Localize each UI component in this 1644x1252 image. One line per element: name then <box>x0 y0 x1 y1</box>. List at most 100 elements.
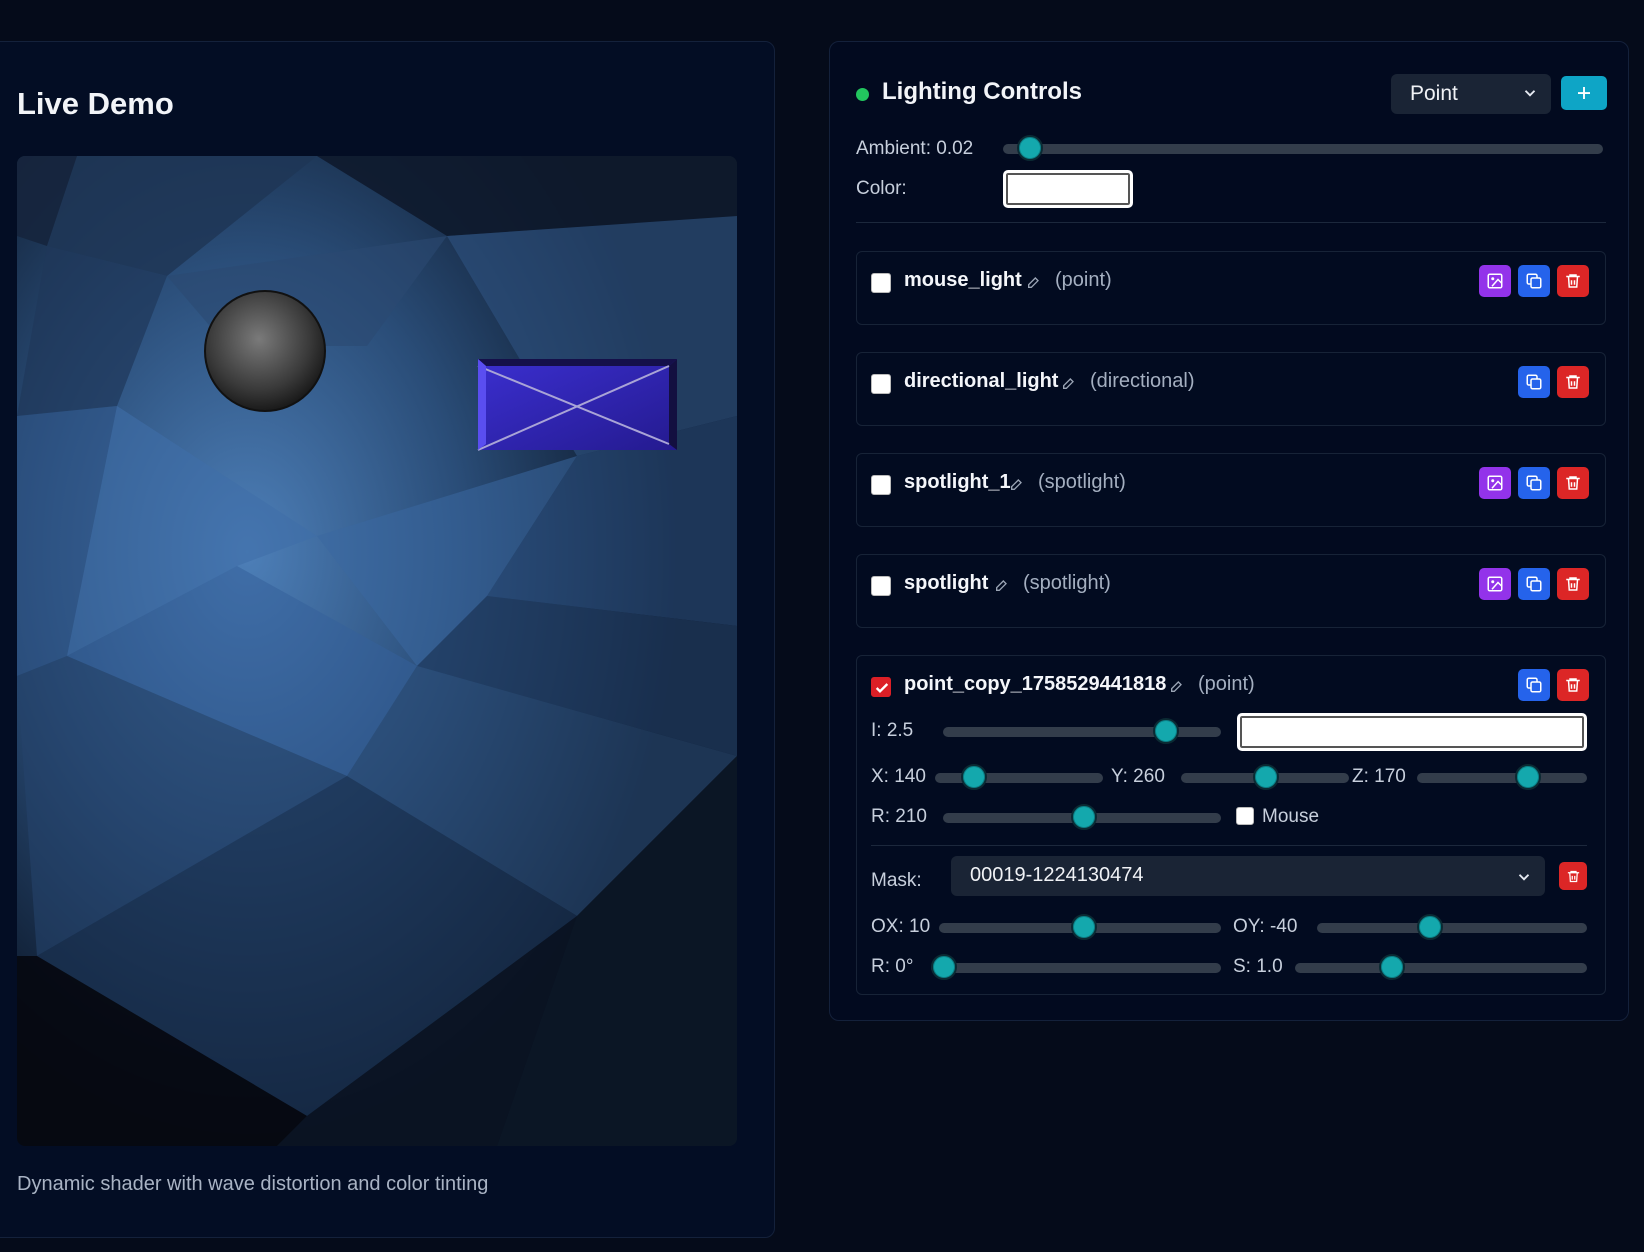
light-type: (spotlight) <box>1023 572 1111 594</box>
duplicate-button[interactable] <box>1518 366 1550 398</box>
z-slider[interactable] <box>1417 764 1587 790</box>
light-type: (directional) <box>1090 370 1195 392</box>
light-card-directional-light: directional_light (directional) <box>856 352 1606 426</box>
y-slider-thumb[interactable] <box>1253 764 1279 790</box>
mask-select[interactable]: 00019-1224130474 <box>951 856 1545 896</box>
mask-label: Mask: <box>871 870 922 891</box>
controls-header: Lighting Controls Point <box>856 74 1607 114</box>
light-enable-checkbox[interactable] <box>871 576 891 596</box>
x-slider-thumb[interactable] <box>961 764 987 790</box>
shader-canvas[interactable] <box>17 156 737 1146</box>
box-object <box>477 359 677 451</box>
rotation-slider-thumb[interactable] <box>931 954 957 980</box>
offset-y-slider-thumb[interactable] <box>1417 914 1443 940</box>
x-slider[interactable] <box>935 764 1103 790</box>
offset-y-label: OY: -40 <box>1233 916 1298 937</box>
edit-icon[interactable] <box>1009 476 1025 492</box>
ambient-slider[interactable] <box>1003 135 1603 161</box>
light-card-spotlight: spotlight (spotlight) <box>856 554 1606 628</box>
light-card-point-copy: point_copy_1758529441818 (point) I: 2.5 … <box>856 655 1606 995</box>
copy-icon <box>1526 576 1542 592</box>
edit-icon[interactable] <box>1169 678 1185 694</box>
radius-slider-thumb[interactable] <box>1071 804 1097 830</box>
intensity-slider[interactable] <box>943 718 1221 744</box>
edit-icon[interactable] <box>1026 274 1042 290</box>
intensity-label: I: 2.5 <box>871 720 914 741</box>
mouse-label: Mouse <box>1262 806 1320 827</box>
status-dot <box>856 88 869 101</box>
scale-label: S: 1.0 <box>1233 956 1283 977</box>
light-name[interactable]: mouse_light <box>904 269 1022 292</box>
copy-icon <box>1526 374 1542 390</box>
mouse-follow-checkbox[interactable] <box>1236 807 1254 825</box>
trash-icon <box>1567 870 1579 882</box>
image-mask-button[interactable] <box>1479 467 1511 499</box>
mask-value: 00019-1224130474 <box>970 864 1144 886</box>
image-icon <box>1487 475 1503 491</box>
light-name[interactable]: spotlight_1 <box>904 471 1011 494</box>
divider <box>871 845 1587 846</box>
intensity-slider-thumb[interactable] <box>1153 718 1179 744</box>
delete-button[interactable] <box>1557 467 1589 499</box>
offset-x-slider-thumb[interactable] <box>1071 914 1097 940</box>
offset-x-label: OX: 10 <box>871 916 931 937</box>
divider <box>856 222 1606 223</box>
y-label: Y: 260 <box>1111 766 1165 787</box>
rotation-slider[interactable] <box>931 954 1221 980</box>
lighting-controls-panel: Lighting Controls Point Ambient: 0.02 Co… <box>829 41 1629 1021</box>
delete-mask-button[interactable] <box>1559 862 1587 890</box>
duplicate-button[interactable] <box>1518 265 1550 297</box>
delete-button[interactable] <box>1557 265 1589 297</box>
edit-icon[interactable] <box>1061 375 1077 391</box>
light-enable-checkbox[interactable] <box>871 374 891 394</box>
sphere-object <box>204 290 326 412</box>
z-label: Z: 170 <box>1352 766 1406 787</box>
ambient-color-picker[interactable] <box>1003 170 1133 208</box>
light-name[interactable]: spotlight <box>904 572 988 595</box>
light-type-value: Point <box>1410 82 1458 105</box>
light-type: (point) <box>1198 673 1255 695</box>
light-color-picker[interactable] <box>1237 713 1587 751</box>
duplicate-button[interactable] <box>1518 568 1550 600</box>
light-type: (point) <box>1055 269 1112 291</box>
trash-icon <box>1566 375 1580 389</box>
copy-icon <box>1526 677 1542 693</box>
delete-button[interactable] <box>1557 669 1589 701</box>
z-slider-thumb[interactable] <box>1515 764 1541 790</box>
light-name[interactable]: point_copy_1758529441818 <box>904 673 1166 696</box>
scale-slider-thumb[interactable] <box>1379 954 1405 980</box>
scale-slider[interactable] <box>1295 954 1587 980</box>
trash-icon <box>1566 476 1580 490</box>
x-label: X: 140 <box>871 766 926 787</box>
offset-x-slider[interactable] <box>939 914 1221 940</box>
checkmark-icon <box>875 683 889 693</box>
radius-label: R: 210 <box>871 806 927 827</box>
light-name[interactable]: directional_light <box>904 370 1058 393</box>
copy-icon <box>1526 475 1542 491</box>
image-mask-button[interactable] <box>1479 568 1511 600</box>
delete-button[interactable] <box>1557 366 1589 398</box>
ambient-label: Ambient: 0.02 <box>856 138 974 159</box>
rotation-label: R: 0° <box>871 956 914 977</box>
light-type: (spotlight) <box>1038 471 1126 493</box>
image-mask-button[interactable] <box>1479 265 1511 297</box>
delete-button[interactable] <box>1557 568 1589 600</box>
add-light-button[interactable] <box>1561 76 1607 110</box>
plus-icon <box>1578 87 1590 99</box>
radius-slider[interactable] <box>943 804 1221 830</box>
duplicate-button[interactable] <box>1518 669 1550 701</box>
offset-y-slider[interactable] <box>1317 914 1587 940</box>
demo-title: Live Demo <box>17 86 174 121</box>
light-type-select[interactable]: Point <box>1391 74 1551 114</box>
color-label: Color: <box>856 178 907 199</box>
light-enable-checkbox[interactable] <box>871 475 891 495</box>
ambient-slider-thumb[interactable] <box>1017 135 1043 161</box>
controls-title: Lighting Controls <box>882 78 1082 105</box>
y-slider[interactable] <box>1181 764 1349 790</box>
light-enable-checkbox[interactable] <box>871 677 891 697</box>
edit-icon[interactable] <box>994 577 1010 593</box>
trash-icon <box>1566 577 1580 591</box>
image-icon <box>1487 273 1503 289</box>
duplicate-button[interactable] <box>1518 467 1550 499</box>
light-enable-checkbox[interactable] <box>871 273 891 293</box>
